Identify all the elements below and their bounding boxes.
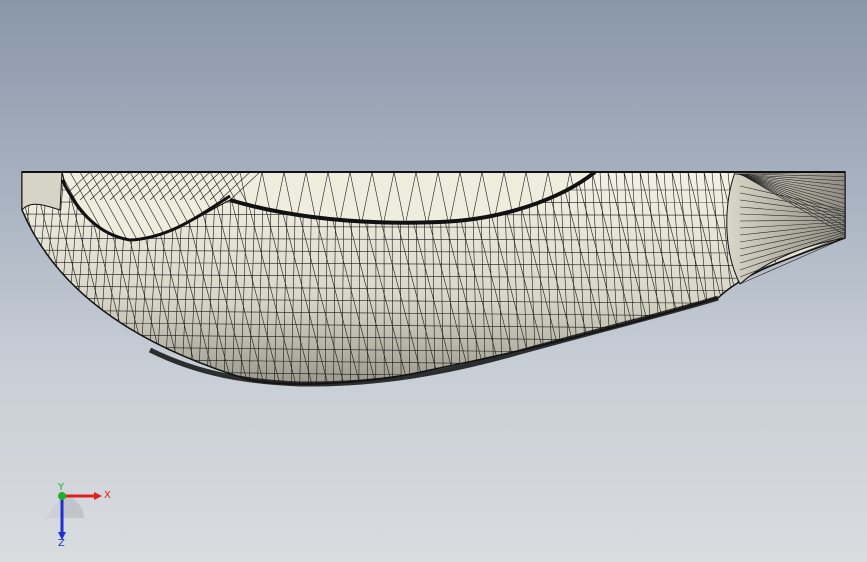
y-axis-label: Y	[57, 482, 65, 493]
x-axis-label: X	[104, 490, 111, 501]
mesh-model[interactable]	[0, 0, 867, 562]
y-axis-icon	[58, 492, 66, 500]
coordinate-triad[interactable]: X Y Z	[44, 482, 114, 548]
graphics-viewport[interactable]: X Y Z	[0, 0, 867, 562]
z-axis-label: Z	[58, 538, 65, 548]
left-end-face[interactable]	[21, 171, 63, 212]
